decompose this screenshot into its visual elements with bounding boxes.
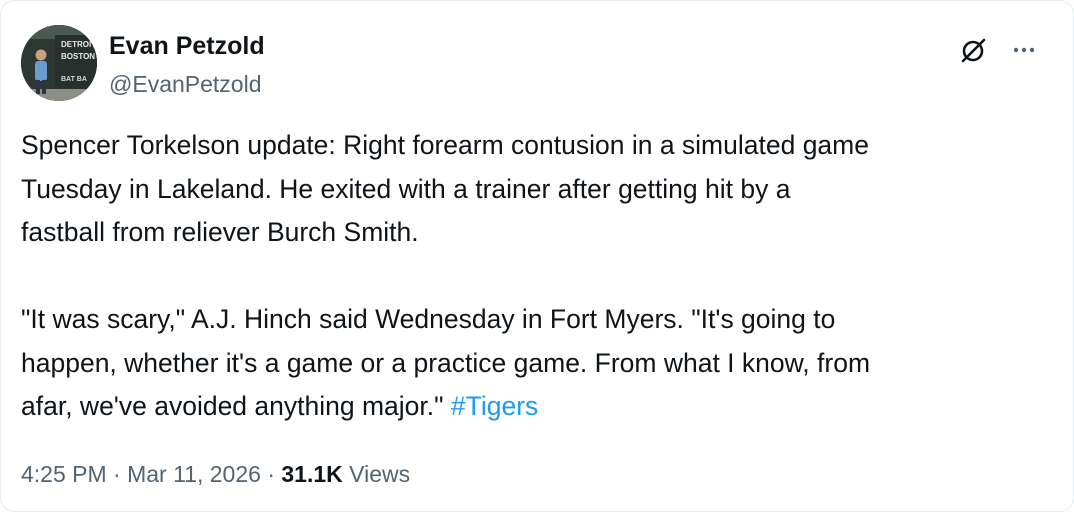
- meta-separator: ·: [260, 461, 282, 487]
- views-label: Views: [342, 461, 411, 487]
- author-display-name[interactable]: Evan Petzold: [109, 31, 265, 61]
- avatar[interactable]: DETROIT BOSTON BAT BA: [21, 25, 97, 101]
- tweet-header: DETROIT BOSTON BAT BA Evan Petzold @Evan…: [21, 25, 1053, 105]
- author-handle[interactable]: @EvanPetzold: [109, 69, 265, 99]
- more-icon[interactable]: [1007, 33, 1041, 67]
- views-count[interactable]: 31.1K: [281, 461, 342, 487]
- svg-text:BOSTON: BOSTON: [61, 52, 95, 61]
- hashtag-link[interactable]: #Tigers: [451, 391, 538, 421]
- meta-separator: ·: [106, 461, 128, 487]
- tweet-text: Spencer Torkelson update: Right forearm …: [21, 124, 1051, 429]
- tweet-card: DETROIT BOSTON BAT BA Evan Petzold @Evan…: [0, 0, 1074, 512]
- svg-text:DETROIT: DETROIT: [61, 40, 96, 49]
- svg-text:BAT BA: BAT BA: [61, 76, 87, 83]
- tweet-meta: 4:25 PM · Mar 11, 2026 · 31.1K Views: [21, 458, 410, 490]
- tweet-date[interactable]: Mar 11, 2026: [127, 461, 261, 487]
- tweet-time[interactable]: 4:25 PM: [21, 461, 107, 487]
- author-names: Evan Petzold @EvanPetzold: [109, 31, 265, 99]
- tweet-body: Spencer Torkelson update: Right forearm …: [21, 130, 871, 421]
- grok-icon[interactable]: [957, 33, 991, 67]
- avatar-image: DETROIT BOSTON BAT BA: [21, 25, 97, 101]
